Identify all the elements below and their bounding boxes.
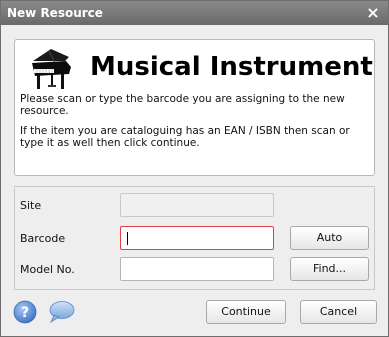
auto-button[interactable]: Auto bbox=[290, 226, 369, 250]
find-button[interactable]: Find... bbox=[290, 257, 369, 281]
cancel-button[interactable]: Cancel bbox=[300, 300, 377, 324]
model-label: Model No. bbox=[20, 263, 75, 276]
text-caret bbox=[127, 232, 128, 245]
title-bar: New Resource × bbox=[1, 1, 388, 25]
new-resource-dialog: New Resource × Musical Instrument Please… bbox=[0, 0, 389, 337]
page-title: Musical Instrument bbox=[90, 52, 373, 82]
chat-bubble-icon[interactable] bbox=[47, 300, 75, 324]
site-field bbox=[120, 193, 274, 217]
continue-button[interactable]: Continue bbox=[206, 300, 286, 324]
close-icon[interactable]: × bbox=[364, 4, 382, 22]
barcode-field[interactable] bbox=[120, 226, 274, 250]
barcode-label: Barcode bbox=[20, 232, 66, 245]
resource-form: Site Barcode Auto Model No. Find... bbox=[14, 188, 375, 290]
svg-text:?: ? bbox=[21, 305, 29, 321]
dialog-content: Musical Instrument Please scan or type t… bbox=[1, 25, 388, 336]
grand-piano-icon bbox=[32, 49, 71, 89]
site-label: Site bbox=[20, 199, 42, 212]
divider bbox=[14, 186, 375, 187]
help-icon[interactable]: ? bbox=[13, 300, 37, 324]
instruction-line-2: If the item you are cataloguing has an E… bbox=[20, 125, 350, 149]
header-panel: Musical Instrument Please scan or type t… bbox=[14, 39, 375, 176]
window-title: New Resource bbox=[7, 6, 103, 20]
instruction-line-1: Please scan or type the barcode you are … bbox=[20, 93, 345, 117]
instructions-text: Please scan or type the barcode you are … bbox=[20, 93, 350, 157]
model-number-field[interactable] bbox=[120, 257, 274, 281]
